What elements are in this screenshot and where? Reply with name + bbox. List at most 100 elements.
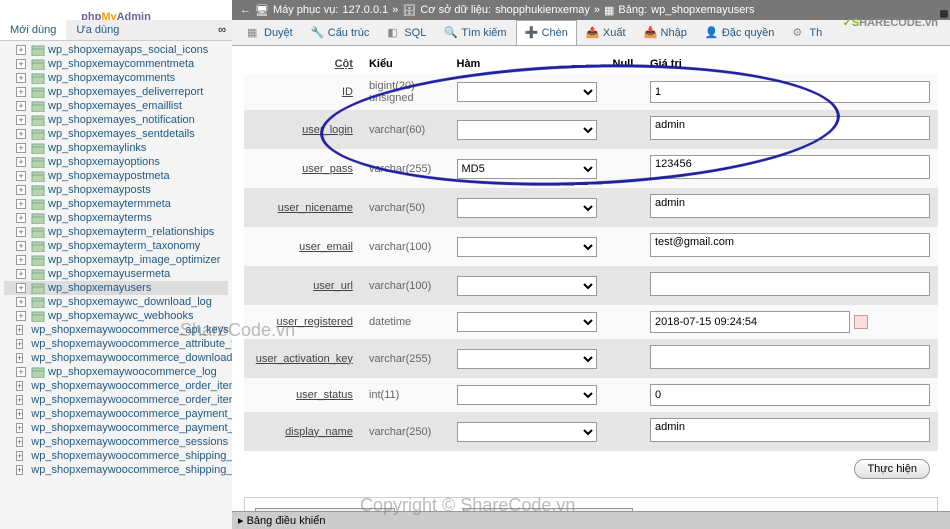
server-link[interactable]: 127.0.0.1 <box>342 4 388 16</box>
expand-icon[interactable]: + <box>16 353 23 363</box>
expand-icon[interactable]: + <box>16 157 26 167</box>
value-input-ID[interactable] <box>650 81 930 103</box>
tree-item-wp_shopxemayterm_taxonomy[interactable]: +wp_shopxemayterm_taxonomy <box>4 239 228 253</box>
tree-item-wp_shopxemaywoocommerce_download[interactable]: +wp_shopxemaywoocommerce_download <box>4 351 228 365</box>
value-input-user_registered[interactable] <box>650 311 850 333</box>
table-link[interactable]: wp_shopxemayusers <box>651 4 754 16</box>
value-input-user_url[interactable] <box>650 272 930 296</box>
tree-item-wp_shopxemaylinks[interactable]: +wp_shopxemaylinks <box>4 141 228 155</box>
expand-icon[interactable]: + <box>16 409 23 419</box>
expand-icon[interactable]: + <box>16 143 26 153</box>
expand-icon[interactable]: + <box>16 73 26 83</box>
tree-item-wp_shopxemayaps_social_icons[interactable]: +wp_shopxemayaps_social_icons <box>4 43 228 57</box>
tree-item-wp_shopxemaypostmeta[interactable]: +wp_shopxemaypostmeta <box>4 169 228 183</box>
expand-icon[interactable]: + <box>16 269 26 279</box>
tree-item-wp_shopxemaywoocommerce_shipping_[interactable]: +wp_shopxemaywoocommerce_shipping_ <box>4 463 228 477</box>
tree-item-wp_shopxemaywoocommerce_sessions[interactable]: +wp_shopxemaywoocommerce_sessions <box>4 435 228 449</box>
expand-icon[interactable]: + <box>16 171 26 181</box>
tab-chèn[interactable]: ➕Chèn <box>516 20 577 45</box>
value-input-user_nicename[interactable]: admin <box>650 194 930 218</box>
expand-icon[interactable]: + <box>16 395 23 405</box>
tree-item-wp_shopxemayterm_relationships[interactable]: +wp_shopxemayterm_relationships <box>4 225 228 239</box>
tree-item-wp_shopxemaywoocommerce_shipping_[interactable]: +wp_shopxemaywoocommerce_shipping_ <box>4 449 228 463</box>
function-select-user_registered[interactable] <box>457 312 597 332</box>
db-tree[interactable]: +wp_shopxemayaps_social_icons+wp_shopxem… <box>0 41 232 529</box>
tab-duyệt[interactable]: ▦Duyệt <box>238 20 302 45</box>
tree-item-wp_shopxemaycommentmeta[interactable]: +wp_shopxemaycommentmeta <box>4 57 228 71</box>
expand-icon[interactable]: + <box>16 101 26 111</box>
tree-item-wp_shopxemaywoocommerce_order_iten[interactable]: +wp_shopxemaywoocommerce_order_iten <box>4 379 228 393</box>
function-select-user_nicename[interactable] <box>457 198 597 218</box>
tree-item-wp_shopxemayterms[interactable]: +wp_shopxemayterms <box>4 211 228 225</box>
value-input-user_status[interactable] <box>650 384 930 406</box>
expand-icon[interactable]: + <box>16 227 26 237</box>
value-input-user_pass[interactable]: 123456 <box>650 155 930 179</box>
expand-icon[interactable]: + <box>16 381 23 391</box>
expand-icon[interactable]: + <box>16 339 23 349</box>
expand-icon[interactable]: + <box>16 423 23 433</box>
expand-icon[interactable]: + <box>16 325 23 335</box>
expand-icon[interactable]: + <box>16 451 23 461</box>
function-select-user_email[interactable] <box>457 237 597 257</box>
tree-item-wp_shopxemaycomments[interactable]: +wp_shopxemaycomments <box>4 71 228 85</box>
console-panel[interactable]: ▸ Bảng điều khiển <box>232 511 950 529</box>
expand-icon[interactable]: + <box>16 283 26 293</box>
tab-tìm kiếm[interactable]: 🔍Tìm kiếm <box>435 20 515 45</box>
value-input-user_login[interactable]: admin <box>650 116 930 140</box>
expand-icon[interactable]: + <box>16 199 26 209</box>
tree-item-wp_shopxemaywoocommerce_order_iten[interactable]: +wp_shopxemaywoocommerce_order_iten <box>4 393 228 407</box>
tree-item-wp_shopxemaywc_download_log[interactable]: +wp_shopxemaywc_download_log <box>4 295 228 309</box>
function-select-ID[interactable] <box>457 82 597 102</box>
tree-item-wp_shopxemaywoocommerce_payment_[interactable]: +wp_shopxemaywoocommerce_payment_ <box>4 407 228 421</box>
expand-icon[interactable]: + <box>16 297 26 307</box>
collapse-icon[interactable]: ∞ <box>212 20 232 40</box>
expand-icon[interactable]: + <box>16 367 26 377</box>
tree-item-wp_shopxemaywc_webhooks[interactable]: +wp_shopxemaywc_webhooks <box>4 309 228 323</box>
tab-favorites[interactable]: Ưa dùng <box>66 20 129 40</box>
tab-nhập[interactable]: 📥Nhập <box>635 20 696 45</box>
after-action-select[interactable]: Trở về trang kế trước <box>463 508 633 511</box>
function-select-user_login[interactable] <box>457 120 597 140</box>
expand-icon[interactable]: + <box>16 59 26 69</box>
tree-item-wp_shopxemayes_notification[interactable]: +wp_shopxemayes_notification <box>4 113 228 127</box>
tree-item-wp_shopxemayes_deliverreport[interactable]: +wp_shopxemayes_deliverreport <box>4 85 228 99</box>
expand-icon[interactable]: + <box>16 213 26 223</box>
tree-item-wp_shopxemayes_sentdetails[interactable]: +wp_shopxemayes_sentdetails <box>4 127 228 141</box>
tab-xuất[interactable]: 📤Xuất <box>577 20 635 45</box>
expand-icon[interactable]: + <box>16 437 23 447</box>
tab-đặc quyền[interactable]: 👤Đặc quyền <box>696 20 784 45</box>
db-link[interactable]: shopphukienxemay <box>495 4 590 16</box>
tree-item-wp_shopxemayusers[interactable]: +wp_shopxemayusers <box>4 281 228 295</box>
expand-icon[interactable]: + <box>16 185 26 195</box>
console-expand-icon[interactable]: ▸ <box>238 515 244 527</box>
function-select-user_status[interactable] <box>457 385 597 405</box>
function-select-display_name[interactable] <box>457 422 597 442</box>
function-select-user_pass[interactable]: MD5 <box>457 159 597 179</box>
tab-cấu trúc[interactable]: 🔧Cấu trúc <box>302 20 379 45</box>
tree-item-wp_shopxemaywoocommerce_log[interactable]: +wp_shopxemaywoocommerce_log <box>4 365 228 379</box>
execute-button[interactable]: Thực hiện <box>854 459 930 479</box>
expand-icon[interactable]: + <box>16 311 26 321</box>
tree-item-wp_shopxemayusermeta[interactable]: +wp_shopxemayusermeta <box>4 267 228 281</box>
calendar-icon[interactable] <box>854 315 868 329</box>
tree-item-wp_shopxemaywoocommerce_attribute_t[interactable]: +wp_shopxemaywoocommerce_attribute_t <box>4 337 228 351</box>
expand-icon[interactable]: + <box>16 465 23 475</box>
expand-icon[interactable]: + <box>16 87 26 97</box>
function-select-user_activation_key[interactable] <box>457 349 597 369</box>
tree-item-wp_shopxemayposts[interactable]: +wp_shopxemayposts <box>4 183 228 197</box>
tab-th[interactable]: ⚙Th <box>783 20 831 45</box>
tree-item-wp_shopxemaytp_image_optimizer[interactable]: +wp_shopxemaytp_image_optimizer <box>4 253 228 267</box>
tab-recent[interactable]: Mới dùng <box>0 20 66 40</box>
expand-icon[interactable]: + <box>16 241 26 251</box>
tree-item-wp_shopxemaywoocommerce_payment_[interactable]: +wp_shopxemaywoocommerce_payment_ <box>4 421 228 435</box>
tree-item-wp_shopxemaywoocommerce_api_keys[interactable]: +wp_shopxemaywoocommerce_api_keys <box>4 323 228 337</box>
tree-item-wp_shopxemaytermmeta[interactable]: +wp_shopxemaytermmeta <box>4 197 228 211</box>
expand-icon[interactable]: + <box>16 45 26 55</box>
expand-icon[interactable]: + <box>16 255 26 265</box>
nav-back-icon[interactable]: ← <box>240 4 251 16</box>
expand-icon[interactable]: + <box>16 115 26 125</box>
tree-item-wp_shopxemayes_emaillist[interactable]: +wp_shopxemayes_emaillist <box>4 99 228 113</box>
value-input-user_activation_key[interactable] <box>650 345 930 369</box>
value-input-user_email[interactable]: test@gmail.com <box>650 233 930 257</box>
value-input-display_name[interactable]: admin <box>650 418 930 442</box>
